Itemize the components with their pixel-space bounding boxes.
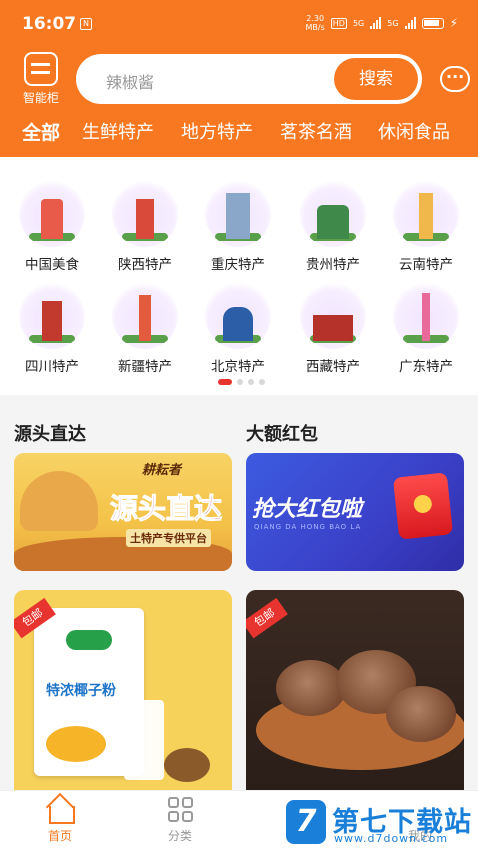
locker-label: 智能柜 bbox=[22, 91, 59, 105]
region-name: 新疆特产 bbox=[118, 359, 172, 375]
source-direct-banner[interactable]: 耕耘者 源头直达 土特产专供平台 bbox=[14, 453, 232, 571]
watermark-url: www.d7down.com bbox=[334, 832, 449, 845]
free-shipping-badge: 包邮 bbox=[246, 597, 288, 639]
mushroom-image bbox=[276, 660, 346, 716]
app-header: 16:07 N 2.30 MB/s HD 5G 5G ⚡ 智能柜 辣椒酱 搜索 … bbox=[0, 0, 478, 157]
smart-locker-button[interactable]: 智能柜 bbox=[18, 52, 64, 106]
nfc-icon: N bbox=[80, 18, 92, 30]
banner-pinyin: QIANG DA HONG BAO LA bbox=[254, 523, 362, 531]
region-icon bbox=[393, 283, 459, 349]
status-right: 2.30 MB/s HD 5G 5G ⚡ bbox=[306, 14, 458, 32]
milk-glass-image bbox=[124, 700, 164, 780]
watermark-logo-icon: 7 bbox=[286, 800, 326, 844]
region-item[interactable]: 重庆特产 bbox=[193, 181, 283, 273]
tab-snacks[interactable]: 休闲食品 bbox=[378, 118, 450, 144]
region-item[interactable]: 西藏特产 bbox=[288, 283, 378, 375]
page-indicator bbox=[218, 379, 265, 385]
signal-icon bbox=[370, 17, 382, 29]
banner-brand: 耕耘者 bbox=[142, 463, 182, 478]
net-speed: 2.30 MB/s bbox=[306, 14, 325, 32]
tab-tea-wine[interactable]: 茗茶名酒 bbox=[280, 118, 352, 144]
region-icon bbox=[300, 283, 366, 349]
nav-category[interactable]: 分类 bbox=[150, 797, 210, 844]
brand-logo bbox=[66, 630, 112, 650]
search-button[interactable]: 搜索 bbox=[334, 58, 418, 100]
region-icon bbox=[205, 181, 271, 247]
region-item[interactable]: 中国美食 bbox=[7, 181, 97, 273]
region-item[interactable]: 新疆特产 bbox=[100, 283, 190, 375]
region-icon bbox=[393, 181, 459, 247]
category-tabs: 全部 生鲜特产 地方特产 茗茶名酒 休闲食品 bbox=[0, 118, 478, 148]
package-text: 特浓椰子粉 bbox=[46, 683, 116, 699]
region-name: 西藏特产 bbox=[306, 359, 360, 375]
region-icon bbox=[112, 283, 178, 349]
net-speed-value: 2.30 bbox=[306, 14, 325, 23]
mushroom-image bbox=[386, 686, 456, 742]
banner-headline: 抢大红包啦 bbox=[252, 497, 363, 522]
home-icon bbox=[46, 797, 75, 824]
region-item[interactable]: 云南特产 bbox=[381, 181, 471, 273]
banner-headline: 源头直达 bbox=[109, 492, 223, 526]
region-grid: 中国美食 陕西特产 重庆特产 贵州特产 云南特产 四川特产 新疆特产 北京特产 … bbox=[0, 157, 478, 395]
red-envelope-icon bbox=[392, 472, 454, 540]
page-dot bbox=[248, 379, 254, 385]
coconut-image bbox=[164, 748, 210, 782]
battery-icon bbox=[421, 17, 444, 29]
section-title-source: 源头直达 bbox=[14, 424, 86, 445]
product-card-mushroom[interactable]: 包邮 bbox=[246, 590, 464, 795]
category-grid-icon bbox=[166, 797, 194, 823]
tab-local[interactable]: 地方特产 bbox=[181, 118, 253, 144]
region-icon bbox=[19, 181, 85, 247]
nav-category-label: 分类 bbox=[167, 829, 192, 843]
region-icon bbox=[112, 181, 178, 247]
search-bar[interactable]: 辣椒酱 搜索 bbox=[76, 54, 422, 104]
sim1-label: 5G bbox=[352, 18, 365, 28]
page-dot-active bbox=[218, 379, 232, 385]
region-icon bbox=[300, 181, 366, 247]
hd-icon: HD bbox=[330, 17, 347, 29]
region-item[interactable]: 陕西特产 bbox=[100, 181, 190, 273]
banner-subtitle: 土特产专供平台 bbox=[126, 529, 211, 547]
region-name: 四川特产 bbox=[25, 359, 79, 375]
mango-image bbox=[46, 726, 106, 762]
nav-home-label: 首页 bbox=[47, 829, 72, 843]
charging-icon: ⚡ bbox=[449, 16, 458, 30]
tab-all[interactable]: 全部 bbox=[22, 118, 60, 145]
region-name: 中国美食 bbox=[25, 257, 79, 273]
region-icon bbox=[19, 283, 85, 349]
page-dot bbox=[237, 379, 243, 385]
signal-icon-2 bbox=[404, 17, 416, 29]
region-item[interactable]: 广东特产 bbox=[381, 283, 471, 375]
net-speed-unit: MB/s bbox=[305, 23, 325, 32]
region-item[interactable]: 四川特产 bbox=[7, 283, 97, 375]
region-name: 重庆特产 bbox=[211, 257, 265, 273]
nav-home[interactable]: 首页 bbox=[30, 797, 90, 844]
site-watermark: 7 第七下载站 www.d7down.com bbox=[286, 800, 476, 846]
status-time: 16:07 bbox=[22, 14, 77, 34]
locker-icon bbox=[24, 52, 58, 86]
region-item[interactable]: 北京特产 bbox=[193, 283, 283, 375]
section-title-redpacket: 大额红包 bbox=[246, 424, 318, 445]
chat-bubble-icon[interactable] bbox=[440, 66, 470, 92]
search-input[interactable]: 辣椒酱 bbox=[106, 69, 154, 93]
tab-fresh[interactable]: 生鲜特产 bbox=[82, 118, 154, 144]
region-name: 云南特产 bbox=[399, 257, 453, 273]
haystack-image bbox=[20, 471, 98, 531]
status-bar: 16:07 N 2.30 MB/s HD 5G 5G ⚡ bbox=[0, 0, 478, 44]
region-name: 北京特产 bbox=[211, 359, 265, 375]
sim2-label: 5G bbox=[387, 18, 399, 28]
region-item[interactable]: 贵州特产 bbox=[288, 181, 378, 273]
region-name: 陕西特产 bbox=[118, 257, 172, 273]
region-icon bbox=[205, 283, 271, 349]
red-packet-banner[interactable]: 抢大红包啦 QIANG DA HONG BAO LA bbox=[246, 453, 464, 571]
product-card-coconut[interactable]: 特浓椰子粉 包邮 bbox=[14, 590, 232, 795]
region-name: 贵州特产 bbox=[306, 257, 360, 273]
page-dot bbox=[259, 379, 265, 385]
region-name: 广东特产 bbox=[399, 359, 453, 375]
